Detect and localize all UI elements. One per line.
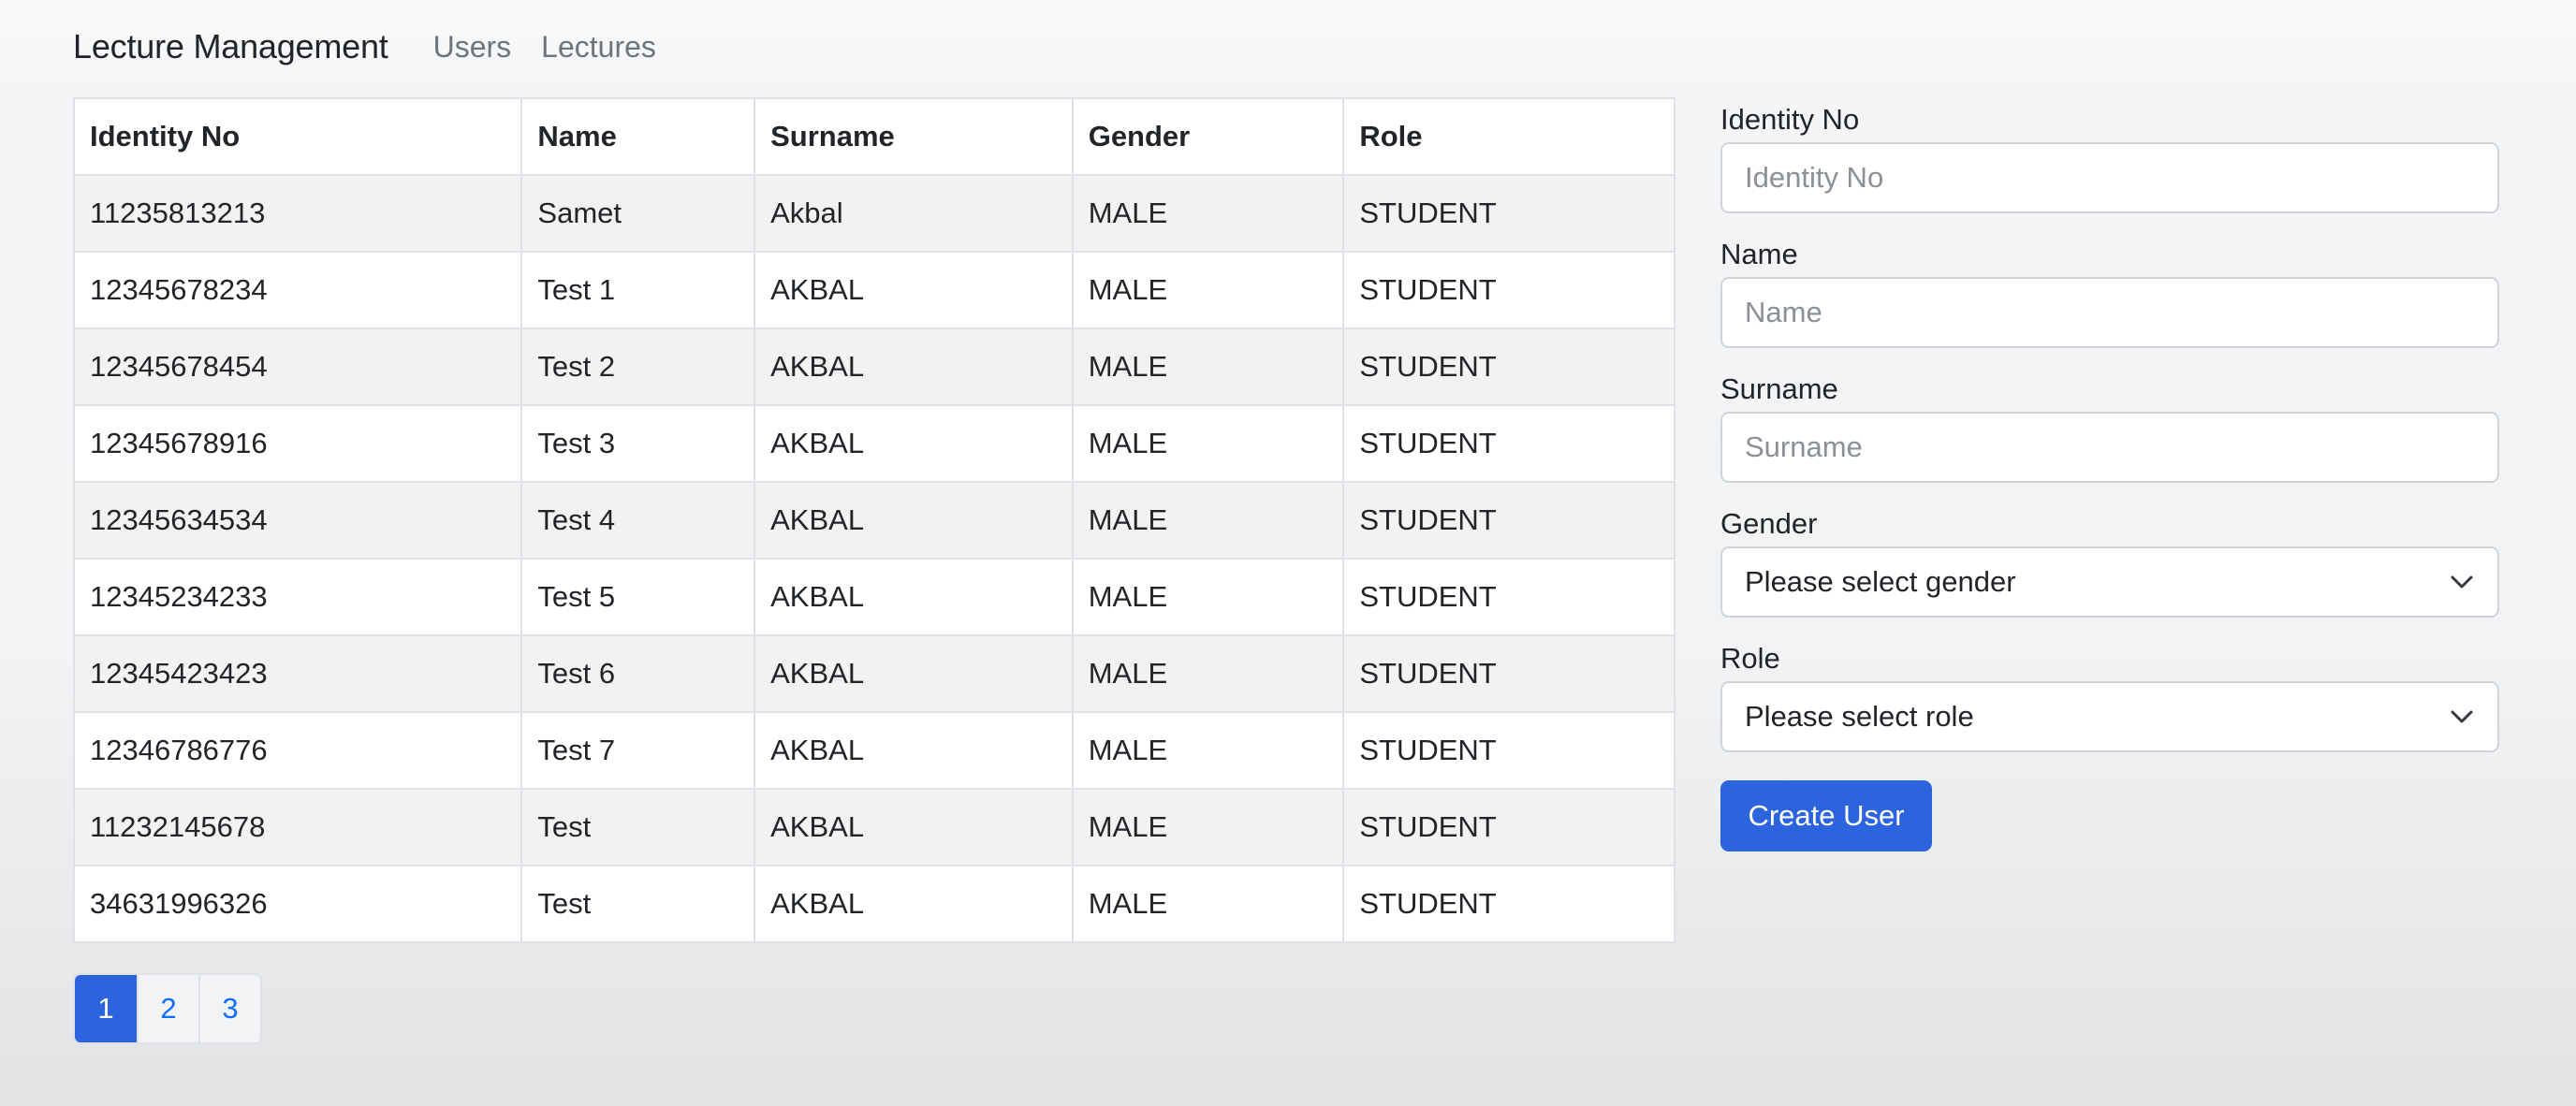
cell-name: Test 4 <box>520 481 756 560</box>
cell-role: STUDENT <box>1342 481 1676 560</box>
table-row[interactable]: 12345234233 Test 5 AKBAL MALE STUDENT <box>72 558 1676 636</box>
cell-surname: AKBAL <box>754 327 1074 406</box>
cell-gender: MALE <box>1071 404 1345 483</box>
role-group: Role Please select role <box>1720 636 2499 752</box>
cell-name: Test 1 <box>520 251 756 329</box>
cell-surname: Akbal <box>754 174 1074 253</box>
create-user-form: Identity No Name Surname Gender Please s… <box>1720 97 2499 851</box>
gender-group: Gender Please select gender <box>1720 502 2499 618</box>
cell-identity-no: 12345678916 <box>72 404 523 483</box>
table-body: 11235813213 Samet Akbal MALE STUDENT 12345678… <box>72 174 1676 943</box>
role-select-value: Please select role <box>1745 700 1974 733</box>
cell-name: Test 6 <box>520 634 756 713</box>
cell-surname: AKBAL <box>754 865 1074 943</box>
pagination: 1 2 3 <box>73 973 262 1044</box>
cell-identity-no: 12346786776 <box>72 711 523 790</box>
surname-input[interactable] <box>1720 412 2499 483</box>
table-row[interactable]: 11235813213 Samet Akbal MALE STUDENT <box>72 174 1676 253</box>
role-label: Role <box>1720 642 1780 675</box>
cell-surname: AKBAL <box>754 558 1074 636</box>
navbar-brand[interactable]: Lecture Management <box>73 27 388 66</box>
page-button-3[interactable]: 3 <box>198 975 260 1042</box>
cell-gender: MALE <box>1071 251 1345 329</box>
cell-role: STUDENT <box>1342 174 1676 253</box>
identity-no-input[interactable] <box>1720 142 2499 213</box>
cell-gender: MALE <box>1071 634 1345 713</box>
cell-name: Test 3 <box>520 404 756 483</box>
cell-identity-no: 12345423423 <box>72 634 523 713</box>
table-header-row: Identity No Name Surname Gender Role <box>72 97 1676 176</box>
column-header-gender: Gender <box>1071 97 1345 176</box>
cell-name: Test 2 <box>520 327 756 406</box>
nav-link-users[interactable]: Users <box>433 30 512 65</box>
cell-surname: AKBAL <box>754 634 1074 713</box>
cell-identity-no: 11235813213 <box>72 174 523 253</box>
cell-gender: MALE <box>1071 327 1345 406</box>
cell-surname: AKBAL <box>754 251 1074 329</box>
cell-name: Test <box>520 788 756 866</box>
cell-name: Samet <box>520 174 756 253</box>
cell-gender: MALE <box>1071 711 1345 790</box>
cell-identity-no: 34631996326 <box>72 865 523 943</box>
cell-role: STUDENT <box>1342 788 1676 866</box>
navbar: Lecture Management Users Lectures <box>0 0 2576 94</box>
cell-surname: AKBAL <box>754 404 1074 483</box>
cell-role: STUDENT <box>1342 558 1676 636</box>
column-header-identity-no: Identity No <box>72 97 523 176</box>
table-row[interactable]: 12345423423 Test 6 AKBAL MALE STUDENT <box>72 634 1676 713</box>
cell-role: STUDENT <box>1342 327 1676 406</box>
name-group: Name <box>1720 232 2499 348</box>
table-row[interactable]: 12345678234 Test 1 AKBAL MALE STUDENT <box>72 251 1676 329</box>
cell-gender: MALE <box>1071 174 1345 253</box>
cell-gender: MALE <box>1071 481 1345 560</box>
name-input[interactable] <box>1720 277 2499 348</box>
column-header-role: Role <box>1342 97 1676 176</box>
cell-identity-no: 12345678234 <box>72 251 523 329</box>
cell-gender: MALE <box>1071 558 1345 636</box>
table-row[interactable]: 12345678916 Test 3 AKBAL MALE STUDENT <box>72 404 1676 483</box>
users-table: Identity No Name Surname Gender Role 112… <box>72 97 1676 943</box>
chevron-down-icon <box>2449 569 2475 595</box>
cell-role: STUDENT <box>1342 865 1676 943</box>
nav-link-lectures[interactable]: Lectures <box>541 30 656 65</box>
gender-label: Gender <box>1720 507 1818 540</box>
table-row[interactable]: 11232145678 Test AKBAL MALE STUDENT <box>72 788 1676 866</box>
cell-identity-no: 11232145678 <box>72 788 523 866</box>
create-user-button[interactable]: Create User <box>1720 780 1932 851</box>
surname-label: Surname <box>1720 372 1838 405</box>
page-button-2[interactable]: 2 <box>137 975 198 1042</box>
column-header-name: Name <box>520 97 756 176</box>
gender-select[interactable]: Please select gender <box>1720 546 2499 618</box>
column-header-surname: Surname <box>754 97 1074 176</box>
table-header: Identity No Name Surname Gender Role <box>72 97 1676 176</box>
cell-identity-no: 12345634534 <box>72 481 523 560</box>
cell-role: STUDENT <box>1342 711 1676 790</box>
table-row[interactable]: 12346786776 Test 7 AKBAL MALE STUDENT <box>72 711 1676 790</box>
cell-surname: AKBAL <box>754 481 1074 560</box>
cell-gender: MALE <box>1071 788 1345 866</box>
table-row[interactable]: 12345678454 Test 2 AKBAL MALE STUDENT <box>72 327 1676 406</box>
page-button-1[interactable]: 1 <box>75 975 137 1042</box>
cell-identity-no: 12345678454 <box>72 327 523 406</box>
cell-name: Test <box>520 865 756 943</box>
cell-surname: AKBAL <box>754 788 1074 866</box>
cell-name: Test 5 <box>520 558 756 636</box>
gender-select-value: Please select gender <box>1745 565 2016 598</box>
users-table-container: Identity No Name Surname Gender Role 112… <box>72 97 1676 943</box>
role-select[interactable]: Please select role <box>1720 681 2499 752</box>
cell-role: STUDENT <box>1342 251 1676 329</box>
table-row[interactable]: 34631996326 Test AKBAL MALE STUDENT <box>72 865 1676 943</box>
cell-role: STUDENT <box>1342 634 1676 713</box>
identity-no-group: Identity No <box>1720 97 2499 213</box>
identity-no-label: Identity No <box>1720 103 1860 136</box>
surname-group: Surname <box>1720 367 2499 483</box>
chevron-down-icon <box>2449 704 2475 730</box>
table-row[interactable]: 12345634534 Test 4 AKBAL MALE STUDENT <box>72 481 1676 560</box>
cell-identity-no: 12345234233 <box>72 558 523 636</box>
cell-role: STUDENT <box>1342 404 1676 483</box>
cell-surname: AKBAL <box>754 711 1074 790</box>
cell-gender: MALE <box>1071 865 1345 943</box>
name-label: Name <box>1720 238 1798 270</box>
cell-name: Test 7 <box>520 711 756 790</box>
